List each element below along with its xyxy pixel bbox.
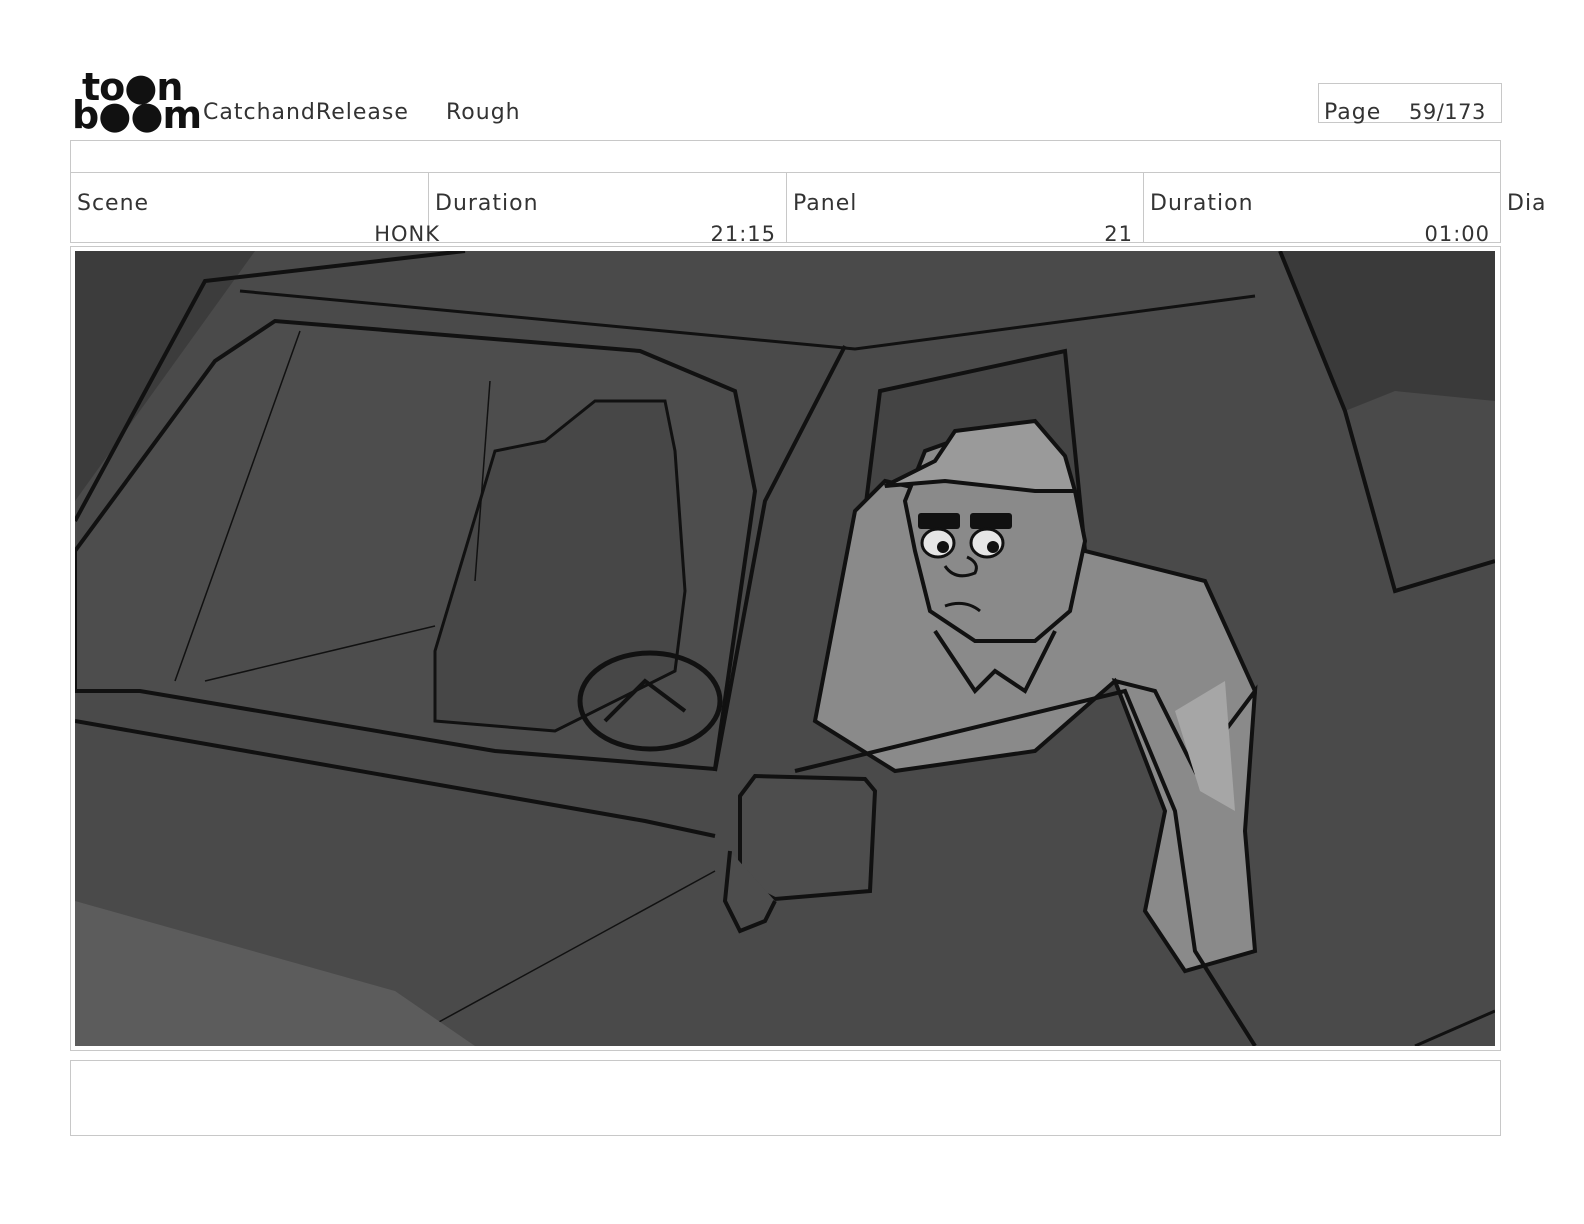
scene-label: Scene <box>77 191 150 216</box>
stage-name: Rough <box>446 100 521 125</box>
notes-box <box>70 1060 1501 1136</box>
scene-duration-label: Duration <box>435 191 539 216</box>
header-blank-row <box>70 140 1501 173</box>
dialogue-label: Dia <box>1507 191 1547 216</box>
page-label: Page <box>1324 100 1382 125</box>
toonboom-logo-icon: to●n b●●m <box>72 68 202 134</box>
panel-value: 21 <box>1104 222 1133 246</box>
page-number: 59/173 <box>1409 100 1486 124</box>
project-name: CatchandRelease <box>203 100 409 125</box>
panel-label: Panel <box>793 191 858 216</box>
panel-duration-cell: Duration 01:00 <box>1144 173 1500 246</box>
storyboard-drawing-icon <box>75 251 1495 1046</box>
scene-duration-cell: Duration 21:15 <box>429 173 787 246</box>
panel-duration-value: 01:00 <box>1424 222 1490 246</box>
panel-cell: Panel 21 <box>787 173 1144 246</box>
info-row: Scene HONK Duration 21:15 Panel 21 Durat… <box>70 173 1501 246</box>
scene-cell: Scene HONK <box>71 173 439 245</box>
logo-line-bottom: b●●m <box>72 93 202 137</box>
scene-duration-value: 21:15 <box>710 222 776 246</box>
panel-duration-label: Duration <box>1150 191 1254 216</box>
storyboard-panel-image <box>75 251 1495 1046</box>
